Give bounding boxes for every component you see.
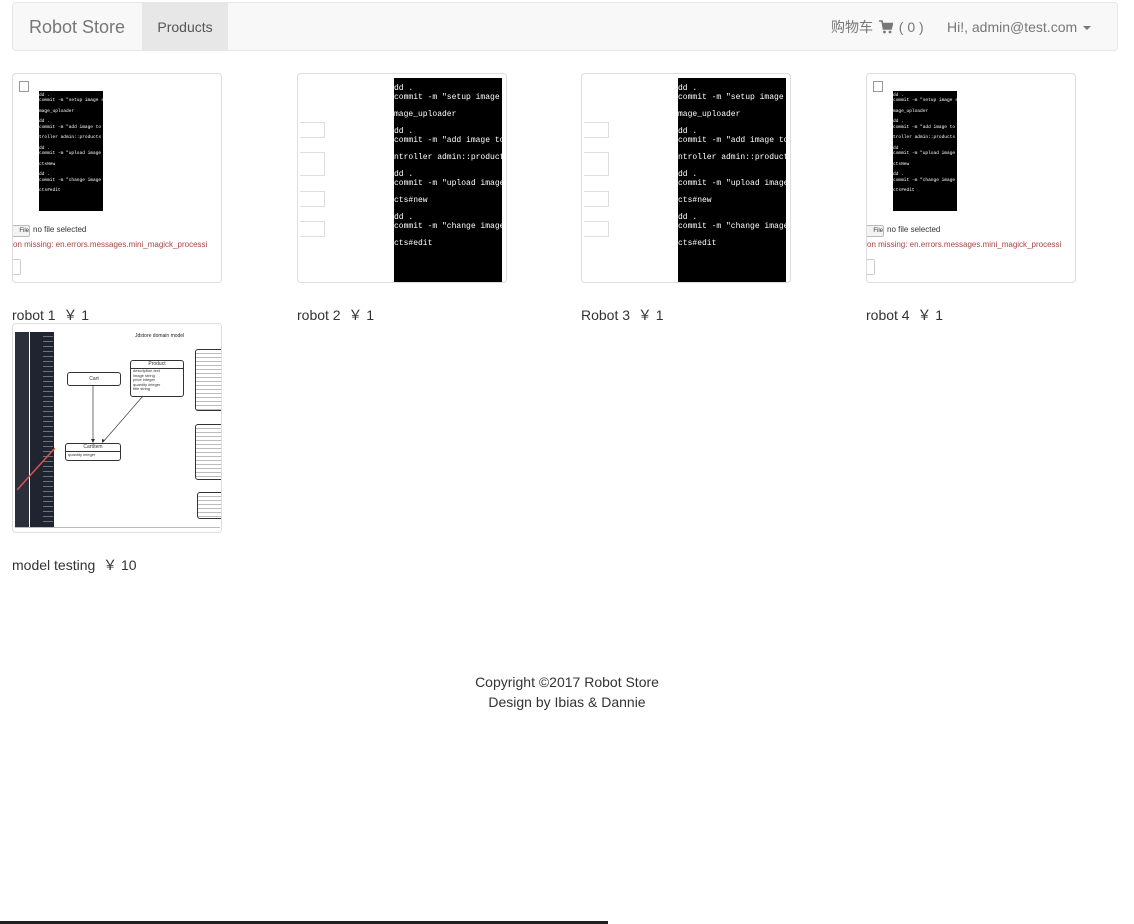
- file-button[interactable]: File: [13, 225, 30, 237]
- product-caption-robot-1[interactable]: robot 1 ￥ 1: [12, 305, 89, 325]
- product-price: ￥ 1: [917, 307, 944, 323]
- cart-label: 购物车: [831, 19, 873, 35]
- form-stepper: [300, 221, 325, 237]
- code-editor-strip: [15, 332, 29, 528]
- form-textarea: [584, 152, 609, 176]
- product-name: Robot 3: [581, 307, 631, 323]
- product-image-robot-3[interactable]: dd . commit -m "setup image st mage_uplo…: [581, 73, 791, 283]
- form-stepper: [584, 191, 609, 207]
- user-menu-toggle[interactable]: Hi!, admin@test.com: [947, 3, 1092, 52]
- terminal-screenshot: dd . commit -m "setup image st mage_uplo…: [678, 78, 786, 282]
- terminal-screenshot: dd . commit -m "setup image st mage_uplo…: [893, 91, 957, 211]
- product-price: ￥ 10: [103, 557, 137, 573]
- submit-button[interactable]: [867, 259, 875, 275]
- product-caption-model-testing[interactable]: model testing ￥ 10: [12, 555, 137, 575]
- code-editor-text: [43, 336, 53, 524]
- product-price: ￥ 1: [637, 307, 664, 323]
- product-caption-robot-2[interactable]: robot 2 ￥ 1: [297, 305, 374, 325]
- user-label: Hi!, admin@test.com: [947, 19, 1078, 35]
- product-name: robot 4: [866, 307, 910, 323]
- terminal-screenshot: dd . commit -m "setup image st mage_uplo…: [394, 78, 502, 282]
- shopping-cart-icon: [878, 20, 893, 34]
- product-name: robot 1: [12, 307, 56, 323]
- product-image-robot-4[interactable]: dd . commit -m "setup image st mage_uplo…: [866, 73, 1076, 283]
- product-name: model testing: [12, 557, 96, 573]
- broken-image-icon: [873, 81, 883, 92]
- caret-down-icon: [1083, 26, 1092, 31]
- form-stepper: [584, 221, 609, 237]
- product-caption-robot-3[interactable]: Robot 3 ￥ 1: [581, 305, 664, 325]
- order-entity: [195, 424, 221, 480]
- cart-link[interactable]: 购物车 ( 0 ): [831, 3, 924, 52]
- product-image-robot-2[interactable]: dd . commit -m "setup image st mage_uplo…: [297, 73, 507, 283]
- product-price: ￥ 1: [348, 307, 375, 323]
- form-stepper: [300, 191, 325, 207]
- product-price: ￥ 1: [63, 307, 90, 323]
- nav-products-link[interactable]: Products: [142, 3, 228, 51]
- file-button[interactable]: File: [867, 225, 884, 237]
- file-status: no file selected: [33, 225, 87, 234]
- broken-image-icon: [19, 81, 29, 92]
- productlist-entity: [197, 492, 221, 519]
- user-entity: [195, 349, 221, 411]
- brand-link[interactable]: Robot Store: [29, 3, 125, 52]
- navbar: Robot Store Products 购物车 ( 0 ) Hi!, admi…: [12, 2, 1118, 51]
- footer-copyright: Copyright ©2017 Robot Store: [475, 674, 659, 690]
- image-bottom-rule: [15, 527, 220, 528]
- product-image-robot-1[interactable]: dd . commit -m "setup image st mage_uplo…: [12, 73, 222, 283]
- cart-count: ( 0 ): [898, 19, 924, 35]
- domain-model-diagram: Jdstore domain model Cart Product descri…: [55, 324, 221, 532]
- error-message: on missing: en.errors.messages.mini_magi…: [13, 240, 208, 249]
- product-caption-robot-4[interactable]: robot 4 ￥ 1: [866, 305, 943, 325]
- submit-button[interactable]: [13, 259, 21, 275]
- file-status: no file selected: [887, 225, 941, 234]
- product-name: robot 2: [297, 307, 341, 323]
- form-field: [300, 122, 325, 138]
- terminal-screenshot: dd . commit -m "setup image st mage_uplo…: [39, 91, 103, 211]
- footer: Copyright ©2017 Robot Store Design by Ib…: [0, 672, 1134, 712]
- form-textarea: [300, 152, 325, 176]
- error-message: on missing: en.errors.messages.mini_magi…: [867, 240, 1062, 249]
- red-annotation-line: [17, 447, 56, 491]
- product-image-model-testing[interactable]: Jdstore domain model Cart Product descri…: [12, 323, 222, 533]
- footer-design-credit: Design by Ibias & Dannie: [488, 694, 646, 710]
- form-field: [584, 122, 609, 138]
